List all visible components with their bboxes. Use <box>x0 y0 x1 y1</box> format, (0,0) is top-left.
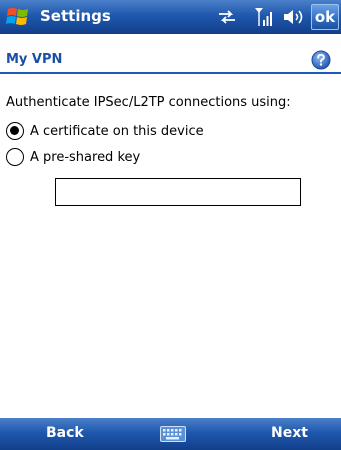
radio-pre-shared-key[interactable] <box>6 148 24 166</box>
volume-icon[interactable] <box>282 8 304 26</box>
radio-selected-dot <box>10 126 19 135</box>
option-certificate[interactable]: A certificate on this device <box>6 120 204 142</box>
connectivity-icon[interactable] <box>217 9 237 25</box>
windows-start-icon[interactable] <box>5 5 31 29</box>
signal-icon[interactable] <box>254 6 274 28</box>
ok-button[interactable]: ok <box>311 4 339 30</box>
option-certificate-label: A certificate on this device <box>30 123 204 139</box>
softkey-bar: Back Next <box>0 418 341 450</box>
title-bar-title: Settings <box>40 7 111 25</box>
instruction-text: Authenticate IPSec/L2TP connections usin… <box>6 95 291 110</box>
next-softkey[interactable]: Next <box>271 425 308 441</box>
back-softkey[interactable]: Back <box>46 425 84 441</box>
page-header: My VPN <box>0 44 341 74</box>
radio-certificate[interactable] <box>6 122 24 140</box>
option-pre-shared-key[interactable]: A pre-shared key <box>6 146 140 168</box>
keyboard-icon[interactable] <box>160 426 186 442</box>
help-icon[interactable] <box>311 50 331 70</box>
page-title: My VPN <box>6 52 63 67</box>
title-bar: Settings ok <box>0 0 341 34</box>
option-pre-shared-key-label: A pre-shared key <box>30 149 141 165</box>
pre-shared-key-input[interactable] <box>55 178 301 206</box>
